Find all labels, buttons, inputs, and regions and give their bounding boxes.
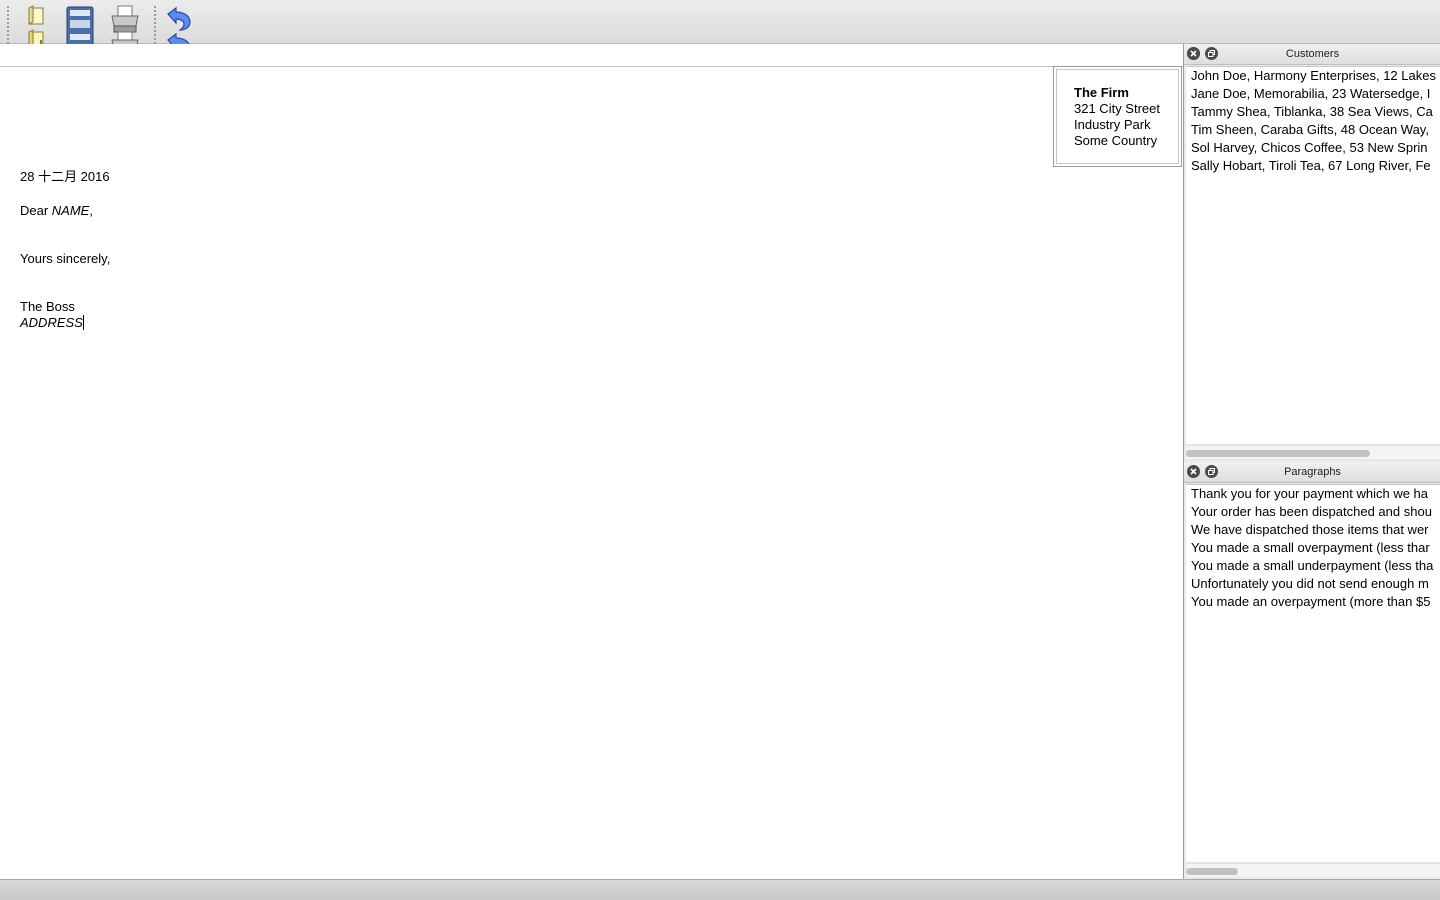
customer-row[interactable]: John Doe, Harmony Enterprises, 12 Lakes bbox=[1186, 67, 1440, 85]
paragraph-row[interactable]: You made a small underpayment (less tha bbox=[1186, 557, 1440, 575]
letter-date: 28 十二月 2016 bbox=[20, 169, 110, 184]
paragraphs-panel-title[interactable]: Paragraphs bbox=[1184, 462, 1440, 483]
customers-list[interactable]: John Doe, Harmony Enterprises, 12 Lakes … bbox=[1186, 66, 1440, 444]
customer-row[interactable]: Tim Sheen, Caraba Gifts, 48 Ocean Way, bbox=[1186, 121, 1440, 139]
dock-area: Customers John Doe, Harmony Enterprises,… bbox=[1183, 44, 1440, 879]
paragraph-row[interactable]: You made a small overpayment (less thar bbox=[1186, 539, 1440, 557]
customer-row[interactable]: Jane Doe, Memorabilia, 23 Watersedge, I bbox=[1186, 85, 1440, 103]
firm-country: Some Country bbox=[1074, 133, 1158, 148]
paragraphs-panel: Paragraphs Thank you for your payment wh… bbox=[1184, 462, 1440, 879]
paragraphs-list[interactable]: Thank you for your payment which we ha Y… bbox=[1186, 484, 1440, 862]
letter-closing: Yours sincerely, bbox=[20, 251, 111, 266]
paragraphs-horizontal-scrollbar[interactable] bbox=[1186, 863, 1440, 877]
float-window-icon bbox=[1205, 47, 1218, 60]
customers-panel-title[interactable]: Customers bbox=[1184, 44, 1440, 65]
customer-row[interactable]: Sally Hobart, Tiroli Tea, 67 Long River,… bbox=[1186, 157, 1440, 175]
salutation-prefix: Dear bbox=[20, 203, 52, 218]
customer-row[interactable]: Tammy Shea, Tiblanka, 38 Sea Views, Ca bbox=[1186, 103, 1440, 121]
customers-float-button[interactable] bbox=[1205, 47, 1218, 60]
paragraphs-float-button[interactable] bbox=[1205, 465, 1218, 478]
customers-horizontal-scrollbar[interactable] bbox=[1186, 445, 1440, 459]
float-window-icon bbox=[1205, 465, 1218, 478]
firm-street: 321 City Street bbox=[1074, 101, 1160, 116]
firm-address-frame: The Firm 321 City Street Industry Park S… bbox=[1053, 66, 1182, 167]
salutation-suffix: , bbox=[89, 203, 93, 218]
customer-row[interactable]: Sol Harvey, Chicos Coffee, 53 New Sprin bbox=[1186, 139, 1440, 157]
paragraphs-close-button[interactable] bbox=[1187, 465, 1200, 478]
paragraph-row[interactable]: Unfortunately you did not send enough m bbox=[1186, 575, 1440, 593]
paragraphs-panel-title-text: Paragraphs bbox=[1284, 466, 1341, 478]
salutation-name-placeholder: NAME bbox=[51, 203, 90, 218]
firm-name: The Firm bbox=[1074, 85, 1129, 100]
main-toolbar bbox=[0, 0, 1440, 60]
firm-address-block: The Firm 321 City Street Industry Park S… bbox=[1056, 69, 1179, 164]
letter-salutation: Dear NAME, bbox=[20, 203, 93, 219]
letter-editor[interactable]: The Firm 321 City Street Industry Park S… bbox=[0, 44, 1184, 879]
paragraph-row[interactable]: You made an overpayment (more than $5 bbox=[1186, 593, 1440, 611]
firm-area: Industry Park bbox=[1074, 117, 1151, 132]
paragraph-row[interactable]: Thank you for your payment which we ha bbox=[1186, 485, 1440, 503]
status-bar bbox=[0, 879, 1440, 900]
editor-divider bbox=[0, 66, 1184, 67]
paragraph-row[interactable]: We have dispatched those items that wer bbox=[1186, 521, 1440, 539]
letter-signer-address: ADDRESS bbox=[20, 315, 84, 331]
customers-close-button[interactable] bbox=[1187, 47, 1200, 60]
customers-panel-title-text: Customers bbox=[1285, 48, 1340, 60]
paragraph-row[interactable]: Your order has been dispatched and shou bbox=[1186, 503, 1440, 521]
text-cursor bbox=[82, 315, 84, 330]
close-icon bbox=[1187, 465, 1200, 478]
letter-signer: The Boss bbox=[20, 299, 75, 314]
customers-scrollbar-thumb[interactable] bbox=[1186, 450, 1370, 457]
signer-address-placeholder: ADDRESS bbox=[20, 315, 83, 330]
customers-panel: Customers John Doe, Harmony Enterprises,… bbox=[1184, 44, 1440, 462]
paragraphs-scrollbar-thumb[interactable] bbox=[1186, 868, 1238, 875]
close-icon bbox=[1187, 47, 1200, 60]
